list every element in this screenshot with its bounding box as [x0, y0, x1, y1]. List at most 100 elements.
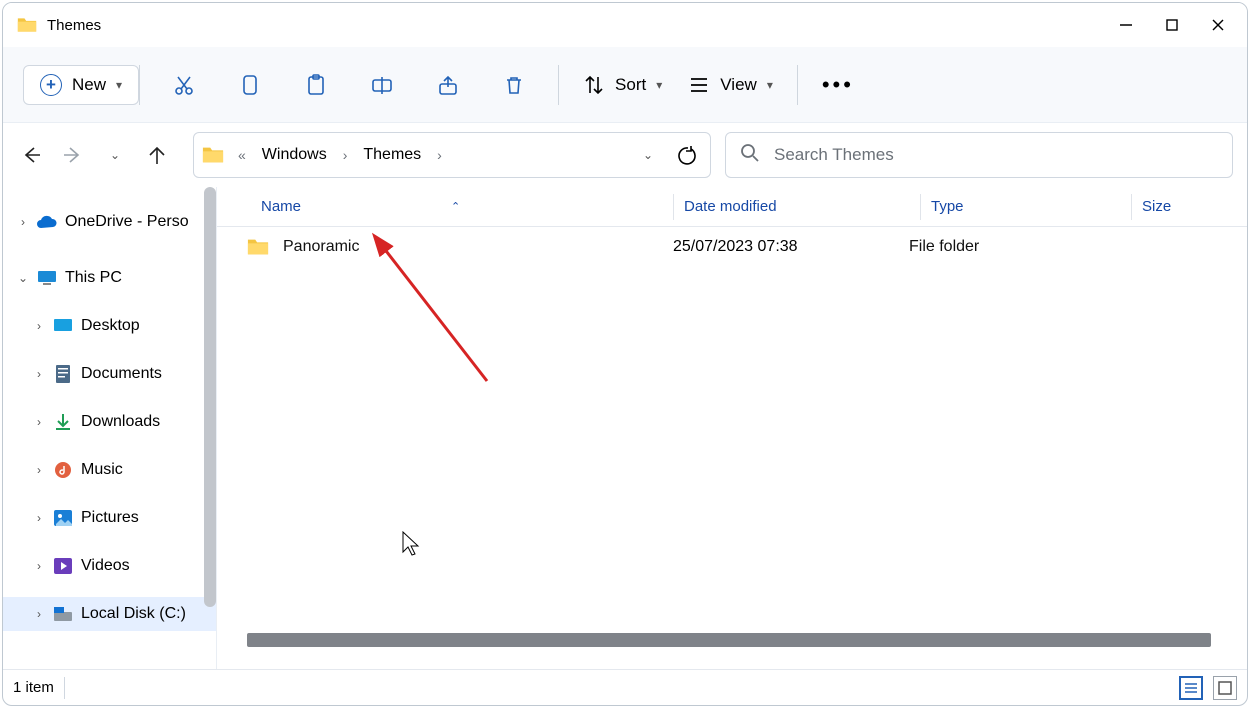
pictures-icon	[53, 508, 73, 528]
status-bar: 1 item	[3, 669, 1247, 705]
maximize-button[interactable]	[1149, 9, 1195, 41]
recent-button[interactable]: ⌄	[101, 141, 129, 169]
sidebar-item-label: Desktop	[81, 317, 140, 335]
sidebar-item-label: Music	[81, 461, 123, 479]
sidebar-item-thispc[interactable]: ⌄ This PC	[3, 261, 216, 295]
up-button[interactable]	[143, 141, 171, 169]
history-dropdown[interactable]: ⌄	[632, 139, 664, 171]
chevron-right-icon[interactable]: ›	[33, 415, 45, 429]
desktop-icon	[53, 316, 73, 336]
chevron-down-icon: ⌄	[643, 148, 653, 162]
file-row[interactable]: Panoramic 25/07/2023 07:38 File folder	[217, 227, 1247, 267]
share-button[interactable]	[428, 65, 468, 105]
search-icon	[740, 143, 760, 168]
sidebar-item-label: Local Disk (C:)	[81, 605, 186, 623]
pc-icon	[37, 268, 57, 288]
chevron-right-icon[interactable]: ›	[33, 559, 45, 573]
search-box[interactable]	[725, 132, 1233, 178]
sidebar-item-documents[interactable]: › Documents	[3, 357, 216, 391]
col-name[interactable]: Name	[261, 198, 301, 215]
chevron-right-icon: ›	[339, 147, 352, 163]
forward-button[interactable]	[59, 141, 87, 169]
videos-icon	[53, 556, 73, 576]
crumb-windows[interactable]: Windows	[256, 142, 333, 168]
row-date: 25/07/2023 07:38	[673, 238, 798, 255]
nav-row: ⌄ « Windows › Themes › ⌄	[3, 123, 1247, 187]
chevron-right-icon[interactable]: ›	[17, 215, 29, 229]
overflow-chevron-icon[interactable]: «	[234, 147, 250, 163]
view-label: View	[720, 75, 757, 95]
sidebar-item-videos[interactable]: › Videos	[3, 549, 216, 583]
sidebar-item-desktop[interactable]: › Desktop	[3, 309, 216, 343]
col-size[interactable]: Size	[1142, 198, 1171, 215]
documents-icon	[53, 364, 73, 384]
sort-icon	[583, 74, 605, 96]
chevron-down-icon: ▾	[116, 78, 122, 92]
chevron-down-icon[interactable]: ⌄	[17, 271, 29, 285]
sidebar-item-music[interactable]: › Music	[3, 453, 216, 487]
sidebar-scrollbar[interactable]	[204, 187, 216, 607]
chevron-right-icon[interactable]: ›	[33, 607, 45, 621]
column-headers: Name ⌃ Date modified Type Size	[217, 187, 1247, 227]
command-bar: + New ▾ Sort ▾ View ▾	[3, 47, 1247, 123]
new-button[interactable]: + New ▾	[23, 65, 139, 105]
content-pane: Name ⌃ Date modified Type Size Panoramic…	[217, 187, 1247, 669]
sidebar-item-onedrive[interactable]: › OneDrive - Perso	[3, 205, 216, 239]
music-icon	[53, 460, 73, 480]
sort-label: Sort	[615, 75, 646, 95]
drive-icon	[53, 604, 73, 624]
minimize-button[interactable]	[1103, 9, 1149, 41]
sidebar-item-label: OneDrive - Perso	[65, 213, 189, 231]
breadcrumb[interactable]: « Windows › Themes › ⌄	[193, 132, 711, 178]
item-count: 1 item	[13, 679, 54, 696]
sidebar: › OneDrive - Perso ⌄ This PC › Desktop ›…	[3, 187, 217, 669]
row-type: File folder	[909, 238, 979, 255]
delete-button[interactable]	[494, 65, 534, 105]
sidebar-item-label: Videos	[81, 557, 130, 575]
cursor-icon	[402, 531, 422, 557]
row-name: Panoramic	[283, 238, 359, 256]
sidebar-item-label: Downloads	[81, 413, 160, 431]
search-input[interactable]	[774, 145, 1218, 165]
sidebar-item-downloads[interactable]: › Downloads	[3, 405, 216, 439]
col-type[interactable]: Type	[931, 198, 964, 215]
folder-icon	[202, 144, 224, 166]
window-title: Themes	[47, 17, 101, 34]
sort-asc-icon[interactable]: ⌃	[451, 200, 460, 213]
titlebar: Themes	[3, 3, 1247, 47]
close-button[interactable]	[1195, 9, 1241, 41]
rename-button[interactable]	[362, 65, 402, 105]
copy-button[interactable]	[230, 65, 270, 105]
more-button[interactable]: •••	[822, 72, 854, 98]
chevron-down-icon: ▾	[767, 78, 773, 92]
thumbnails-view-toggle[interactable]	[1213, 676, 1237, 700]
sort-button[interactable]: Sort ▾	[583, 74, 662, 96]
horizontal-scrollbar[interactable]	[247, 633, 1211, 647]
cut-button[interactable]	[164, 65, 204, 105]
chevron-right-icon[interactable]: ›	[33, 367, 45, 381]
folder-icon	[17, 15, 37, 35]
view-button[interactable]: View ▾	[688, 74, 773, 96]
view-icon	[688, 74, 710, 96]
downloads-icon	[53, 412, 73, 432]
file-explorer-window: Themes + New ▾ Sort ▾	[2, 2, 1248, 706]
col-date[interactable]: Date modified	[684, 198, 777, 215]
chevron-down-icon: ▾	[656, 78, 662, 92]
refresh-button[interactable]	[670, 139, 702, 171]
body: › OneDrive - Perso ⌄ This PC › Desktop ›…	[3, 187, 1247, 669]
sidebar-item-label: Pictures	[81, 509, 139, 527]
sidebar-item-pictures[interactable]: › Pictures	[3, 501, 216, 535]
chevron-down-icon: ⌄	[110, 148, 120, 162]
chevron-right-icon[interactable]: ›	[433, 147, 446, 163]
details-view-toggle[interactable]	[1179, 676, 1203, 700]
back-button[interactable]	[17, 141, 45, 169]
plus-icon: +	[40, 74, 62, 96]
chevron-right-icon[interactable]: ›	[33, 511, 45, 525]
chevron-right-icon[interactable]: ›	[33, 463, 45, 477]
paste-button[interactable]	[296, 65, 336, 105]
crumb-themes[interactable]: Themes	[357, 142, 427, 168]
folder-icon	[247, 236, 269, 258]
chevron-right-icon[interactable]: ›	[33, 319, 45, 333]
sidebar-item-localdisk[interactable]: › Local Disk (C:)	[3, 597, 216, 631]
onedrive-icon	[37, 212, 57, 232]
